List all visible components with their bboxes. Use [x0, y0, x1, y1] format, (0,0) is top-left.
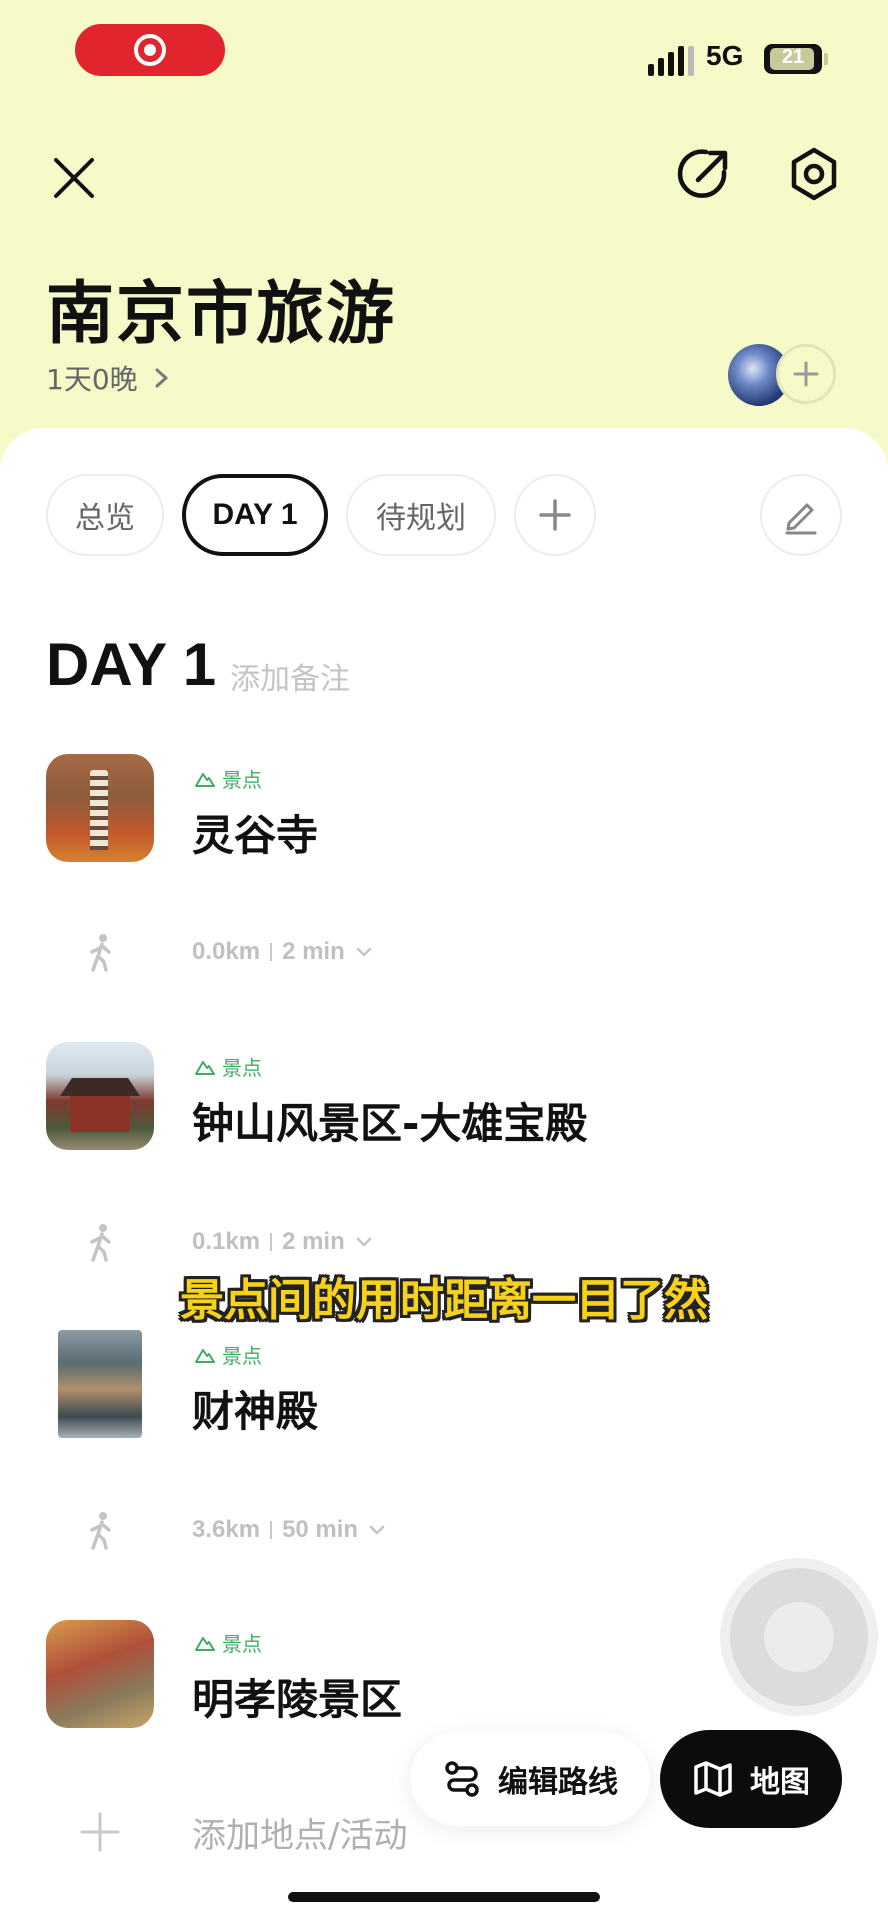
chevron-right-icon: [155, 368, 168, 388]
map-label: 地图: [750, 1765, 810, 1800]
walk-icon: [90, 1224, 111, 1262]
plus-icon[interactable]: [78, 1810, 122, 1854]
home-indicator[interactable]: [288, 1892, 600, 1902]
place-thumbnail[interactable]: [46, 754, 154, 862]
plus-icon: [539, 499, 571, 531]
place-category: 景点: [194, 764, 262, 793]
close-button[interactable]: [44, 148, 104, 208]
settings-button[interactable]: [782, 142, 846, 206]
edit-route-label: 编辑路线: [498, 1765, 618, 1800]
add-note-input[interactable]: 添加备注: [230, 654, 350, 698]
add-member-button[interactable]: [776, 344, 836, 404]
edit-button[interactable]: [760, 474, 842, 556]
leg-divider: [270, 1233, 273, 1251]
place-category: 景点: [194, 1628, 262, 1657]
chevron-down-icon: [369, 1525, 385, 1535]
leg-duration: 2 min: [282, 938, 345, 965]
leg-divider: [270, 1521, 273, 1539]
place-category: 景点: [194, 1052, 262, 1081]
mountain-icon: [195, 1348, 215, 1363]
map-icon: [694, 1761, 732, 1797]
place-category-label: 景点: [222, 1056, 262, 1080]
place-name[interactable]: 灵谷寺: [192, 802, 318, 863]
place-name[interactable]: 钟山风景区-大雄宝殿: [192, 1090, 587, 1151]
tab-day-1[interactable]: DAY 1: [182, 474, 328, 556]
tab-pending-label: 待规划: [376, 501, 466, 536]
place-thumbnail[interactable]: [46, 1042, 154, 1150]
mountain-icon: [195, 1060, 215, 1075]
travel-leg[interactable]: 0.1km 2 min: [192, 1228, 373, 1256]
travel-leg[interactable]: 0.0km 2 min: [192, 938, 373, 966]
travel-leg[interactable]: 3.6km 50 min: [192, 1516, 386, 1544]
leg-distance: 0.0km: [192, 938, 261, 965]
chevron-down-icon: [356, 1237, 371, 1247]
trip-duration-label: 1天0晚: [46, 363, 138, 396]
place-category-label: 景点: [222, 1632, 262, 1656]
place-category-label: 景点: [222, 1344, 262, 1368]
add-day-button[interactable]: [514, 474, 596, 556]
add-place-button[interactable]: 添加地点/活动: [192, 1808, 407, 1857]
share-icon: [677, 149, 728, 198]
video-caption: 景点间的用时距离一目了然: [180, 1275, 708, 1326]
share-button[interactable]: [672, 142, 736, 206]
map-button[interactable]: 地图: [660, 1730, 842, 1828]
leg-distance: 0.1km: [192, 1228, 261, 1255]
close-icon: [54, 158, 94, 198]
pencil-icon: [785, 503, 817, 535]
leg-duration: 50 min: [282, 1516, 359, 1543]
place-category: 景点: [194, 1340, 262, 1369]
place-category-label: 景点: [222, 768, 262, 792]
place-thumbnail[interactable]: [46, 1620, 154, 1728]
battery-cap: [824, 53, 828, 65]
assistive-touch-button[interactable]: [730, 1568, 868, 1706]
settings-icon: [791, 147, 837, 201]
mountain-icon: [195, 772, 215, 787]
tab-overview[interactable]: 总览: [46, 474, 164, 556]
mountain-icon: [195, 1636, 215, 1651]
chevron-down-icon: [356, 947, 371, 957]
place-name[interactable]: 财神殿: [192, 1378, 318, 1439]
leg-duration: 2 min: [282, 1228, 345, 1255]
walk-icon: [90, 1512, 111, 1550]
edit-route-button[interactable]: 编辑路线: [410, 1732, 650, 1826]
battery-icon: 21: [764, 44, 822, 74]
leg-divider: [270, 943, 273, 961]
route-icon: [445, 1761, 479, 1797]
tab-day-1-label: DAY 1: [212, 498, 298, 531]
tab-overview-label: 总览: [75, 501, 135, 536]
plus-icon: [793, 361, 819, 387]
trip-title: 南京市旅游: [46, 275, 397, 354]
network-type: 5G: [706, 40, 744, 71]
battery-level: 21: [781, 46, 805, 68]
tab-pending[interactable]: 待规划: [346, 474, 496, 556]
walk-icon: [90, 934, 111, 972]
day-heading: DAY 1: [46, 631, 217, 698]
signal-icon: [648, 44, 694, 76]
place-name[interactable]: 明孝陵景区: [192, 1666, 402, 1727]
leg-distance: 3.6km: [192, 1516, 261, 1543]
place-thumbnail[interactable]: [58, 1330, 142, 1438]
record-icon: [134, 34, 166, 66]
trip-duration[interactable]: 1天0晚: [46, 358, 172, 398]
